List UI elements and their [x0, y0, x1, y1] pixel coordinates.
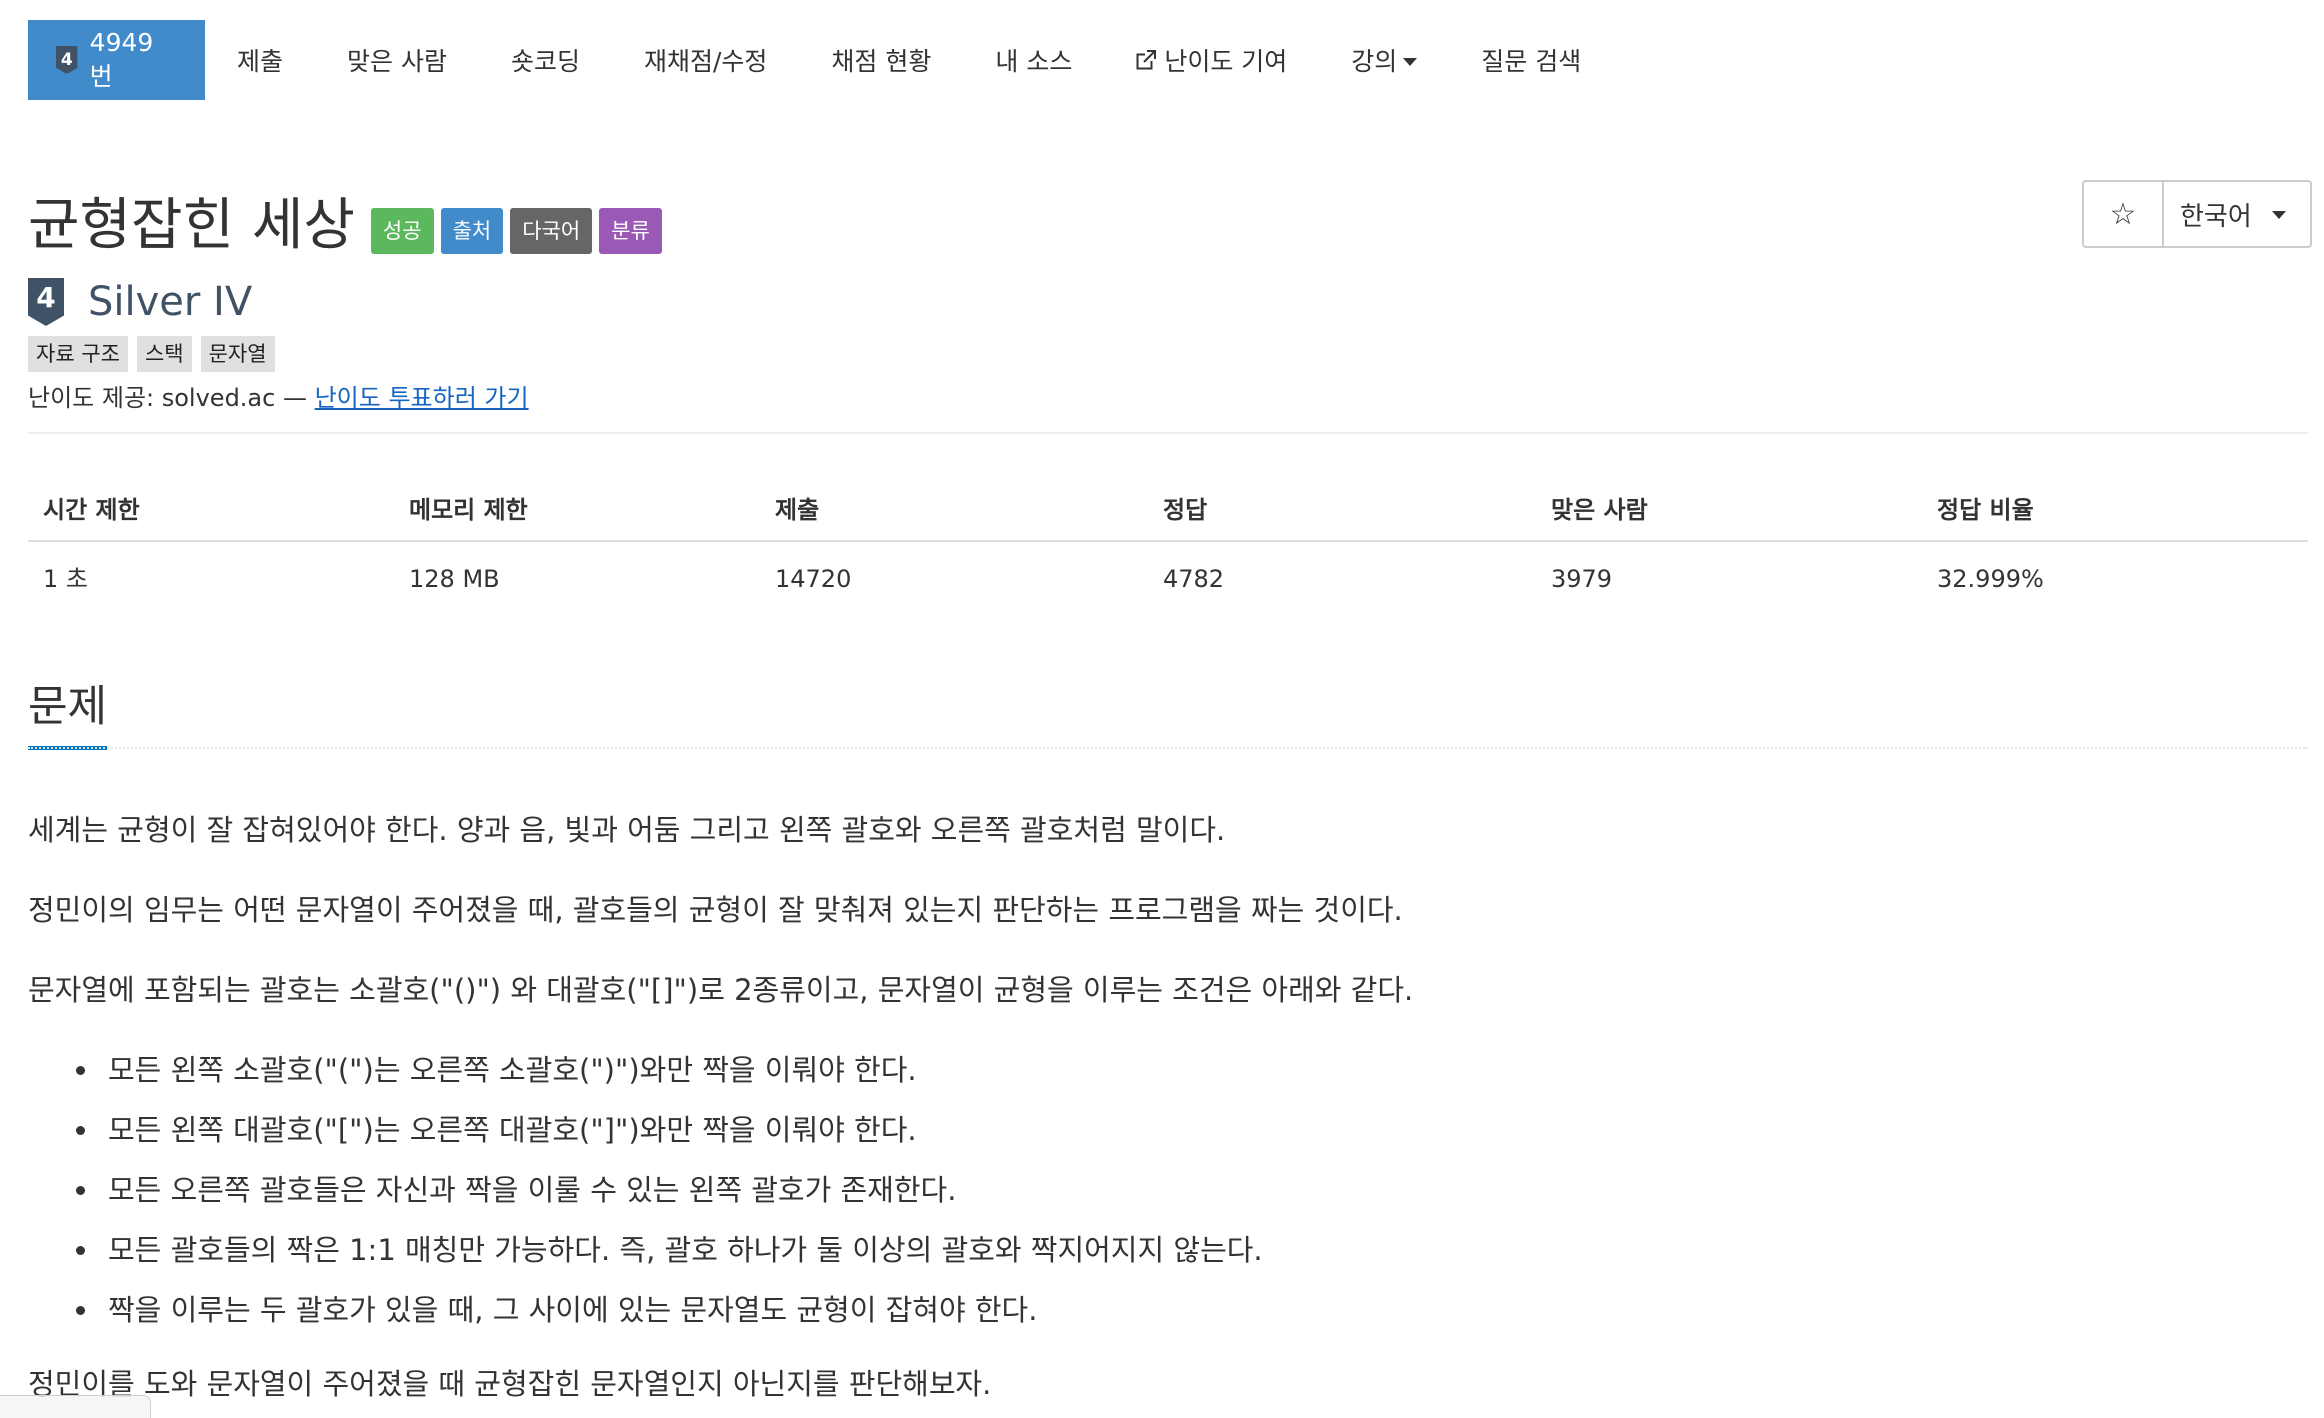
label-multilingual[interactable]: 다국어 — [510, 207, 593, 254]
description-paragraph: 정민이를 도와 문자열이 주어졌을 때 균형잡힌 문자열인지 아닌지를 판단해보… — [28, 1367, 992, 1401]
label-category[interactable]: 분류 — [599, 207, 662, 254]
caret-down-icon — [2271, 211, 2286, 219]
value-accepted: 4782 — [1163, 565, 1225, 593]
header-time-limit: 시간 제한 — [43, 496, 140, 524]
star-icon: ☆ — [2109, 196, 2137, 232]
value-solved-users: 3979 — [1551, 565, 1613, 593]
header-accept-ratio: 정답 비율 — [1937, 496, 2034, 524]
table-header-row: 시간 제한 메모리 제한 제출 정답 맞은 사람 정답 비율 — [28, 478, 2308, 542]
nav-lecture-label: 강의 — [1351, 47, 1398, 76]
section-heading-problem: 문제 — [28, 672, 108, 750]
value-submissions: 14720 — [775, 565, 852, 593]
floating-tab-edge — [0, 1395, 151, 1418]
language-select[interactable]: 한국어 — [2164, 182, 2310, 246]
value-memory-limit: 128 MB — [409, 565, 500, 593]
list-item: 모든 왼쪽 대괄호("[")는 오른쪽 대괄호("]")와만 짝을 이뤄야 한다… — [76, 1105, 2278, 1165]
nav-problem-number[interactable]: 4 4949번 — [28, 20, 205, 100]
tag-stack[interactable]: 스택 — [136, 336, 192, 372]
header-accepted: 정답 — [1163, 496, 1208, 524]
tag-string[interactable]: 문자열 — [200, 336, 275, 372]
label-source[interactable]: 출처 — [440, 207, 504, 254]
list-item: 모든 오른쪽 괄호들은 자신과 짝을 이룰 수 있는 왼쪽 괄호가 존재한다. — [76, 1165, 2278, 1225]
title-row: 균형잡힌 세상 성공 출처 다국어 분류 — [28, 180, 669, 261]
problem-menu: 4 4949번 제출 맞은 사람 숏코딩 재채점/수정 채점 현황 내 소스 난… — [28, 20, 1613, 100]
description-paragraph: 정민이의 임무는 어떤 문자열이 주어졌을 때, 괄호들의 균형이 잘 맞춰져 … — [28, 893, 1403, 927]
description-paragraph: 문자열에 포함되는 괄호는 소괄호("()") 와 대괄호("[]")로 2종류… — [28, 973, 1414, 1007]
favorite-star-button[interactable]: ☆ — [2084, 182, 2164, 246]
nav-submit[interactable]: 제출 — [205, 20, 315, 100]
credit-text: 난이도 제공: solved.ac — — [28, 384, 315, 412]
nav-lecture-dropdown[interactable]: 강의 — [1319, 20, 1449, 100]
problem-description: 세계는 균형이 잘 잡혀있어야 한다. 양과 음, 빛과 어둠 그리고 왼쪽 괄… — [28, 805, 2278, 1418]
tier-row: 4 Silver IV — [28, 278, 252, 326]
problem-page: 4 4949번 제출 맞은 사람 숏코딩 재채점/수정 채점 현황 내 소스 난… — [0, 0, 2324, 1418]
algorithm-tags: 자료 구조 스택 문자열 — [28, 336, 284, 372]
header-solved-users: 맞은 사람 — [1551, 496, 1648, 524]
language-select-label: 한국어 — [2180, 201, 2252, 232]
nav-short-coding[interactable]: 숏코딩 — [479, 20, 612, 100]
divider — [28, 432, 2308, 434]
nav-question-search[interactable]: 질문 검색 — [1449, 20, 1613, 100]
table-row: 1 초 128 MB 14720 4782 3979 32.999% — [28, 542, 2308, 606]
nav-difficulty-contribute[interactable]: 난이도 기여 — [1104, 20, 1319, 100]
problem-title: 균형잡힌 세상 — [28, 193, 355, 258]
silver-tier-icon: 4 — [56, 46, 78, 74]
nav-status[interactable]: 채점 현황 — [799, 20, 963, 100]
balance-rules-list: 모든 왼쪽 소괄호("(")는 오른쪽 소괄호(")")와만 짝을 이뤄야 한다… — [28, 1045, 2278, 1345]
difficulty-credit: 난이도 제공: solved.ac — 난이도 투표하러 가기 — [28, 378, 529, 413]
external-link-icon — [1136, 50, 1157, 70]
label-success[interactable]: 성공 — [370, 207, 434, 254]
tag-data-structure[interactable]: 자료 구조 — [28, 336, 128, 372]
problem-controls: ☆ 한국어 — [2082, 180, 2312, 248]
nav-rejudge[interactable]: 재채점/수정 — [612, 20, 799, 100]
nav-accepted-users[interactable]: 맞은 사람 — [315, 20, 479, 100]
list-item: 짝을 이루는 두 괄호가 있을 때, 그 사이에 있는 문자열도 균형이 잡혀야… — [76, 1285, 2278, 1345]
problem-info-table: 시간 제한 메모리 제한 제출 정답 맞은 사람 정답 비율 1 초 128 M… — [28, 478, 2308, 606]
nav-difficulty-contribute-label: 난이도 기여 — [1164, 47, 1288, 76]
header-submissions: 제출 — [775, 496, 820, 524]
nav-my-source[interactable]: 내 소스 — [963, 20, 1104, 100]
value-time-limit: 1 초 — [43, 565, 88, 593]
header-memory-limit: 메모리 제한 — [409, 496, 528, 524]
silver-tier-badge-icon: 4 — [28, 278, 64, 326]
list-item: 모든 괄호들의 짝은 1:1 매칭만 가능하다. 즉, 괄호 하나가 둘 이상의… — [76, 1225, 2278, 1285]
tier-name: Silver IV — [88, 279, 253, 325]
description-paragraph: 세계는 균형이 잘 잡혀있어야 한다. 양과 음, 빛과 어둠 그리고 왼쪽 괄… — [28, 813, 1226, 847]
nav-problem-number-label: 4949번 — [89, 27, 154, 91]
value-accept-ratio: 32.999% — [1937, 565, 2044, 593]
list-item: 모든 왼쪽 소괄호("(")는 오른쪽 소괄호(")")와만 짝을 이뤄야 한다… — [76, 1045, 2278, 1105]
caret-down-icon — [1403, 58, 1418, 66]
section-divider — [28, 747, 2308, 749]
vote-difficulty-link[interactable]: 난이도 투표하러 가기 — [315, 384, 529, 412]
